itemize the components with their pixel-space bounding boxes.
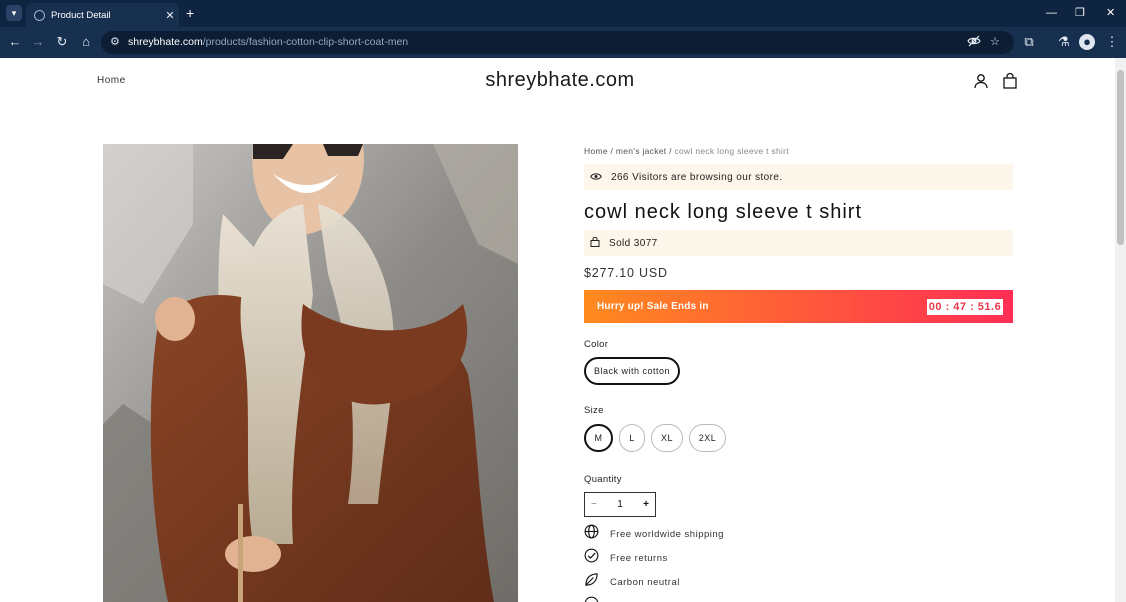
quantity-label: Quantity: [584, 474, 622, 485]
tab-search-chevron-icon[interactable]: ▾: [6, 5, 22, 21]
page-scrollbar[interactable]: [1115, 58, 1126, 602]
url-path: /products/fashion-cotton-clip-short-coat…: [202, 36, 409, 48]
sold-notice: Sold 3077: [584, 230, 1013, 256]
visitors-text: 266 Visitors are browsing our store.: [611, 171, 783, 183]
feature-text: Free worldwide shipping: [610, 528, 724, 540]
tab-favicon-icon: [34, 9, 45, 21]
nav-home-link[interactable]: Home: [97, 75, 126, 86]
home-icon[interactable]: ⌂: [78, 34, 94, 50]
address-bar[interactable]: ⚙ shreybhate.com/products/fashion-cotton…: [101, 31, 1014, 54]
product-image[interactable]: [103, 144, 518, 602]
cart-bag-icon[interactable]: [1002, 72, 1018, 89]
url-host: shreybhate.com: [128, 36, 203, 48]
quantity-decrease-button[interactable]: −: [591, 499, 597, 510]
lock-icon: [584, 596, 599, 602]
tab-title: Product Detail: [51, 9, 111, 21]
countdown-timer: 00 : 47 : 51.6: [927, 299, 1003, 315]
extensions-icon[interactable]: ⧉: [1021, 34, 1037, 50]
feature-text: Carbon neutral: [610, 576, 680, 588]
labs-flask-icon[interactable]: ⚗: [1056, 34, 1072, 50]
size-options: M L XL 2XL: [584, 424, 784, 454]
check-circle-icon: [584, 548, 599, 568]
feature-partial: [584, 596, 599, 602]
sale-label: Hurry up! Sale Ends in: [597, 301, 709, 312]
reload-icon[interactable]: ↻: [54, 34, 70, 50]
size-option-2xl[interactable]: 2XL: [689, 424, 726, 452]
globe-icon: [584, 524, 599, 544]
minimize-window-icon[interactable]: —: [1046, 6, 1057, 20]
feature-text: Free returns: [610, 552, 668, 564]
forward-arrow-icon[interactable]: →: [30, 34, 46, 50]
feature-returns: Free returns: [584, 548, 668, 568]
breadcrumb: Home / men's jacket / cowl neck long sle…: [584, 146, 789, 156]
feature-shipping: Free worldwide shipping: [584, 524, 724, 544]
site-logo[interactable]: shreybhate.com: [475, 69, 645, 92]
sold-count: Sold 3077: [609, 237, 658, 249]
web-page: Home shreybhate.com Home / men's jacket …: [0, 58, 1115, 602]
browser-tab-strip: ▾ Product Detail ✕ + — ❐ ✕: [0, 0, 1126, 27]
color-option-black-with-cotton[interactable]: Black with cotton: [584, 357, 680, 385]
new-tab-button[interactable]: +: [186, 5, 194, 21]
shopping-bag-icon: [590, 234, 600, 252]
back-arrow-icon[interactable]: ←: [7, 34, 23, 50]
product-price: $277.10 USD: [584, 266, 668, 280]
close-window-icon[interactable]: ✕: [1106, 6, 1115, 20]
size-option-m[interactable]: M: [584, 424, 613, 452]
profile-avatar-icon[interactable]: ●: [1079, 34, 1095, 50]
browser-menu-icon[interactable]: ⋮: [1104, 34, 1120, 50]
breadcrumb-current: cowl neck long sleeve t shirt: [674, 146, 789, 156]
quantity-input[interactable]: 1: [617, 499, 623, 510]
size-option-l[interactable]: L: [619, 424, 645, 452]
address-url[interactable]: shreybhate.com/products/fashion-cotton-c…: [128, 36, 408, 48]
bookmark-star-icon[interactable]: ☆: [990, 35, 1000, 48]
restore-window-icon[interactable]: ❐: [1075, 6, 1085, 20]
quantity-increase-button[interactable]: +: [643, 499, 649, 510]
browser-toolbar: ← → ↻ ⌂ ⚙ shreybhate.com/products/fashio…: [0, 27, 1126, 58]
size-option-xl[interactable]: XL: [651, 424, 683, 452]
quantity-stepper: − 1 +: [584, 492, 656, 517]
sale-countdown-banner: Hurry up! Sale Ends in 00 : 47 : 51.6: [584, 290, 1013, 323]
visitors-notice: 266 Visitors are browsing our store.: [584, 164, 1013, 190]
color-options: Black with cotton: [584, 357, 784, 387]
leaf-icon: [584, 572, 599, 592]
browser-tab-product-detail[interactable]: Product Detail ✕: [26, 3, 179, 27]
account-icon[interactable]: [973, 73, 989, 89]
eye-icon: [590, 168, 602, 186]
size-label: Size: [584, 405, 604, 416]
eye-off-icon[interactable]: [967, 35, 981, 50]
tab-close-icon[interactable]: ✕: [161, 9, 179, 22]
breadcrumb-separator: /: [607, 146, 616, 156]
product-title: cowl neck long sleeve t shirt: [584, 201, 863, 223]
color-label: Color: [584, 339, 609, 350]
scrollbar-thumb[interactable]: [1117, 70, 1124, 245]
site-info-icon[interactable]: ⚙: [110, 35, 120, 48]
feature-carbon: Carbon neutral: [584, 572, 680, 592]
breadcrumb-home[interactable]: Home: [584, 146, 608, 156]
breadcrumb-category[interactable]: men's jacket: [616, 146, 667, 156]
